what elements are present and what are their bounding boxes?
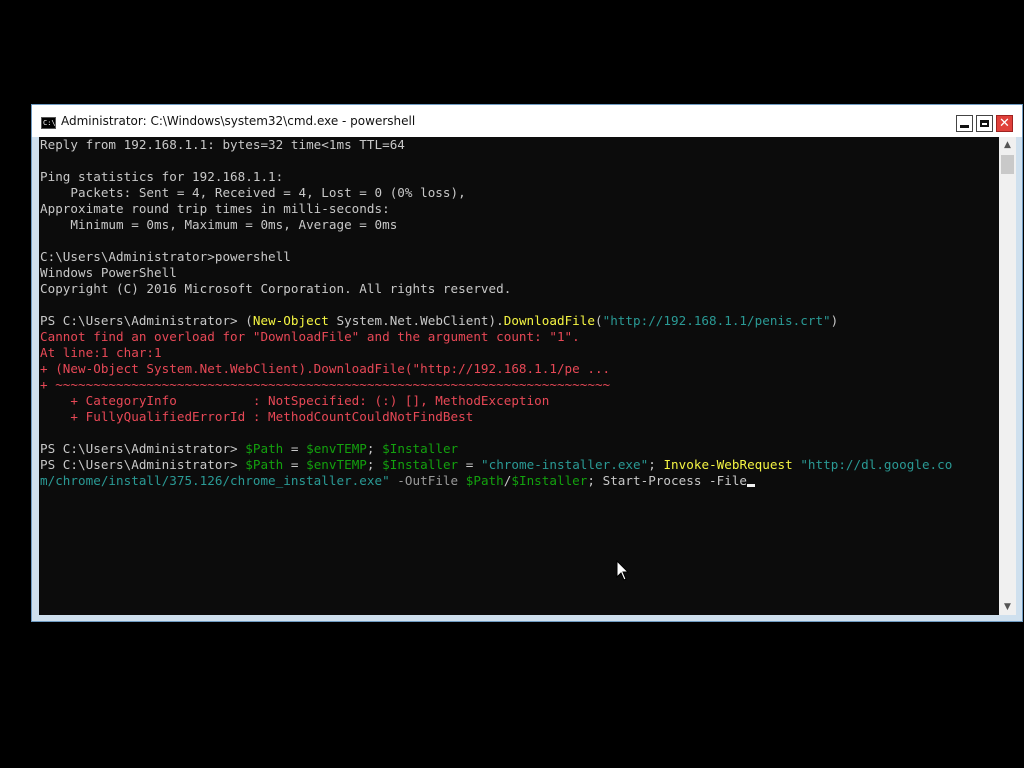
console-line: + (New-Object System.Net.WebClient).Down… xyxy=(40,361,952,377)
mouse-pointer-icon xyxy=(616,560,630,581)
console-text-segment: System.Net.WebClient). xyxy=(328,313,504,328)
console-text-segment: ; xyxy=(366,457,383,472)
console-line: Reply from 192.168.1.1: bytes=32 time<1m… xyxy=(40,137,952,153)
window-title: Administrator: C:\Windows\system32\cmd.e… xyxy=(61,114,416,128)
console-text-segment: $Installer xyxy=(382,457,459,472)
vertical-scrollbar[interactable]: ▲ ▼ xyxy=(999,137,1016,615)
console-text-segment: Windows PowerShell xyxy=(40,265,177,280)
minimize-button[interactable] xyxy=(956,115,973,132)
console-text-segment: Reply from 192.168.1.1: bytes=32 time<1m… xyxy=(40,137,405,152)
console-line: Ping statistics for 192.168.1.1: xyxy=(40,169,952,185)
console-text-segment: PS C:\Users\Administrator> ( xyxy=(40,313,253,328)
console-line: PS C:\Users\Administrator> (New-Object S… xyxy=(40,313,952,329)
console-line: Minimum = 0ms, Maximum = 0ms, Average = … xyxy=(40,217,952,233)
maximize-icon xyxy=(980,120,989,127)
console-line: + CategoryInfo : NotSpecified: (:) [], M… xyxy=(40,393,952,409)
maximize-button[interactable] xyxy=(976,115,993,132)
console-text-segment: PS C:\Users\Administrator> xyxy=(40,441,246,456)
title-bar[interactable]: C:\ Administrator: C:\Windows\system32\c… xyxy=(32,105,1022,137)
console-text-segment: ; Start-Process -File xyxy=(587,473,748,488)
console-text-segment: + ~~~~~~~~~~~~~~~~~~~~~~~~~~~~~~~~~~~~~~… xyxy=(40,377,611,392)
console-text-segment: PS C:\Users\Administrator> xyxy=(40,457,246,472)
console-text-segment: Cannot find an overload for "DownloadFil… xyxy=(40,329,580,344)
console-text-segment: = xyxy=(283,457,307,472)
console-text-segment: ) xyxy=(830,313,839,328)
console-text-segment: ; xyxy=(366,441,383,456)
console-text-segment: Minimum = 0ms, Maximum = 0ms, Average = … xyxy=(40,217,398,232)
console-text-segment: C:\Users\Administrator>powershell xyxy=(40,249,291,264)
console-lines: Reply from 192.168.1.1: bytes=32 time<1m… xyxy=(40,137,952,489)
console-text-segment: "chrome-installer.exe" xyxy=(480,457,649,472)
console-text-segment: $Path xyxy=(245,441,284,456)
console-text-segment: Copyright (C) 2016 Microsoft Corporation… xyxy=(40,281,512,296)
console-window[interactable]: C:\ Administrator: C:\Windows\system32\c… xyxy=(31,104,1023,622)
console-output[interactable]: Reply from 192.168.1.1: bytes=32 time<1m… xyxy=(39,137,999,615)
console-text-segment: = xyxy=(458,457,481,472)
console-text-segment: $envTEMP xyxy=(306,457,367,472)
console-text-segment: = xyxy=(283,441,307,456)
console-text-segment: "http://192.168.1.1/penis.crt" xyxy=(602,313,831,328)
console-line: Cannot find an overload for "DownloadFil… xyxy=(40,329,952,345)
console-text-segment: Ping statistics for 192.168.1.1: xyxy=(40,169,284,184)
console-text-segment: + (New-Object System.Net.WebClient).Down… xyxy=(40,361,611,376)
console-text-segment: m/chrome/install/375.126/chrome_installe… xyxy=(40,473,390,488)
console-text-segment: ( xyxy=(594,313,603,328)
console-line: At line:1 char:1 xyxy=(40,345,952,361)
console-text-segment: New-Object xyxy=(252,313,329,328)
console-line: C:\Users\Administrator>powershell xyxy=(40,249,952,265)
console-text-segment: + FullyQualifiedErrorId : MethodCountCou… xyxy=(40,409,474,424)
console-text-segment: $Path xyxy=(465,473,504,488)
scroll-up-arrow-icon[interactable]: ▲ xyxy=(999,137,1016,153)
console-text-segment: $Path xyxy=(245,457,284,472)
console-text-segment: DownloadFile xyxy=(503,313,595,328)
console-text-segment: $Installer xyxy=(511,473,588,488)
console-text-segment: Approximate round trip times in milli-se… xyxy=(40,201,390,216)
console-line: Copyright (C) 2016 Microsoft Corporation… xyxy=(40,281,952,297)
console-text-segment: + CategoryInfo : NotSpecified: (:) [], M… xyxy=(40,393,550,408)
console-text-segment: Invoke-WebRequest xyxy=(663,457,793,472)
text-cursor xyxy=(747,484,756,487)
console-line: PS C:\Users\Administrator> $Path = $envT… xyxy=(40,441,952,457)
minimize-icon xyxy=(960,124,969,128)
console-line: + ~~~~~~~~~~~~~~~~~~~~~~~~~~~~~~~~~~~~~~… xyxy=(40,377,952,393)
console-line: Packets: Sent = 4, Received = 4, Lost = … xyxy=(40,185,952,201)
console-text-segment: $Installer xyxy=(382,441,459,456)
console-line: + FullyQualifiedErrorId : MethodCountCou… xyxy=(40,409,952,425)
console-line: Approximate round trip times in milli-se… xyxy=(40,201,952,217)
console-text-segment: At line:1 char:1 xyxy=(40,345,162,360)
scrollbar-thumb[interactable] xyxy=(1001,155,1014,174)
close-icon: ✕ xyxy=(999,116,1010,131)
console-text-segment: "http://dl.google.co xyxy=(800,457,953,472)
close-button[interactable]: ✕ xyxy=(996,115,1013,132)
console-text-segment: Packets: Sent = 4, Received = 4, Lost = … xyxy=(40,185,466,200)
console-line: m/chrome/install/375.126/chrome_installe… xyxy=(40,473,952,489)
scroll-down-arrow-icon[interactable]: ▼ xyxy=(999,599,1016,615)
console-text-segment: -OutFile xyxy=(389,473,466,488)
console-text-segment: $envTEMP xyxy=(306,441,367,456)
cmd-console-icon[interactable]: C:\ xyxy=(41,117,56,129)
console-line: PS C:\Users\Administrator> $Path = $envT… xyxy=(40,457,952,473)
console-text-segment: ; xyxy=(648,457,664,472)
console-line: Windows PowerShell xyxy=(40,265,952,281)
